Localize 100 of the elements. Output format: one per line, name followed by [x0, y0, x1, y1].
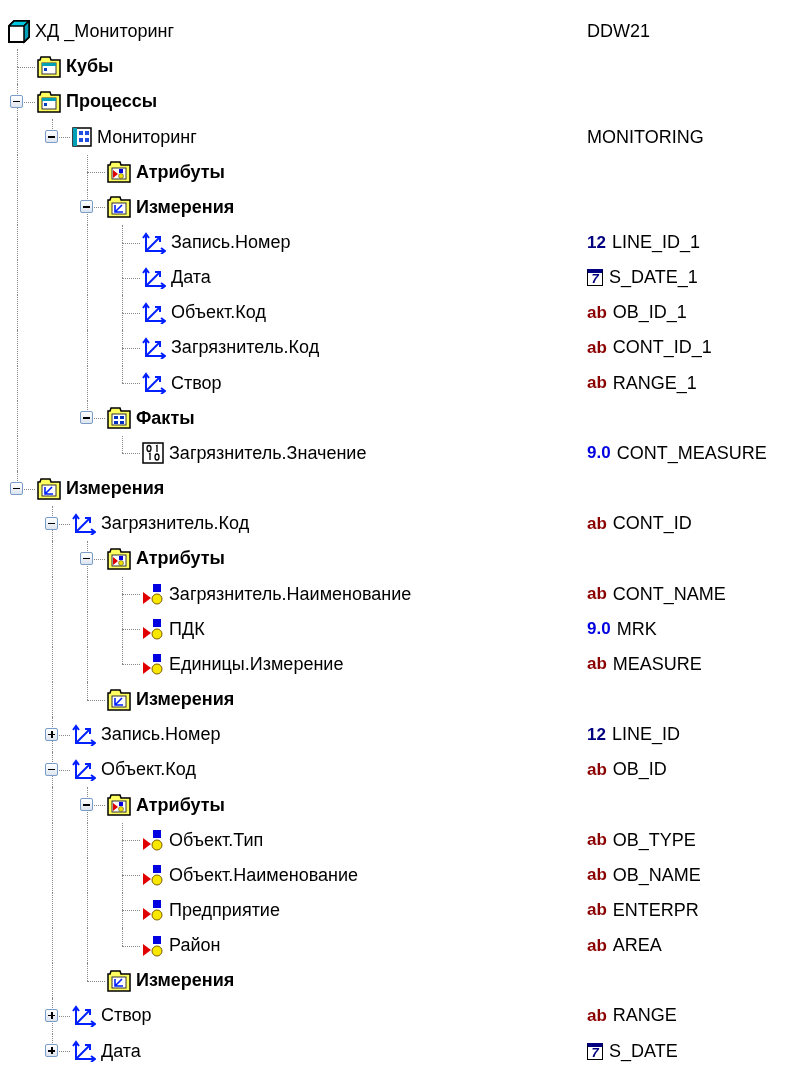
expander-button[interactable]: [80, 200, 93, 214]
type-marker: 12: [587, 232, 606, 253]
folder-icon: [107, 688, 131, 711]
type-marker: ab: [587, 1005, 607, 1026]
node-label[interactable]: ХД _Мониторинг: [35, 21, 175, 43]
node-label[interactable]: Дата: [101, 1040, 141, 1062]
field-name: MEASURE: [612, 653, 702, 675]
shapes-icon: [142, 934, 164, 957]
node-label[interactable]: Загрязнитель.Код: [101, 513, 250, 535]
node-label[interactable]: Объект.Код: [171, 302, 266, 324]
field-name: CONT_ID: [612, 513, 692, 535]
axes-icon: [72, 512, 96, 535]
node-label[interactable]: Запись.Номер: [101, 724, 221, 746]
field-name: AREA: [612, 935, 662, 957]
shapes-icon: [142, 899, 164, 922]
node-label[interactable]: Измерения: [66, 478, 165, 500]
expander-button[interactable]: [45, 130, 58, 144]
axes-icon: [72, 1040, 96, 1063]
type-marker: ab: [587, 759, 607, 780]
folder-icon: [37, 90, 61, 113]
node-label[interactable]: Объект.Тип: [169, 829, 264, 851]
shapes-icon: [142, 653, 164, 676]
field-name: CONT_ID_1: [612, 337, 712, 359]
folder-icon: [107, 969, 131, 992]
field-name: LINE_ID: [611, 724, 680, 746]
axes-icon: [72, 723, 96, 746]
field-name: OB_TYPE: [612, 829, 696, 851]
date-type-icon: 7: [587, 1042, 603, 1060]
node-label[interactable]: Измерения: [136, 970, 235, 992]
node-label[interactable]: Единицы.Измерение: [169, 653, 344, 675]
node-label[interactable]: Процессы: [66, 91, 158, 113]
field-name: OB_NAME: [612, 864, 701, 886]
axes-icon: [142, 372, 166, 395]
expander-button[interactable]: [45, 762, 58, 776]
type-marker: ab: [587, 830, 607, 851]
type-marker: ab: [587, 373, 607, 394]
field-name: OB_ID: [612, 759, 667, 781]
shapes-icon: [142, 864, 164, 887]
type-marker: ab: [587, 513, 607, 534]
node-label[interactable]: Мониторинг: [97, 126, 197, 148]
node-label[interactable]: Атрибуты: [136, 548, 225, 570]
node-label[interactable]: Район: [169, 935, 221, 957]
field-name: S_DATE_1: [609, 267, 698, 289]
expander-button[interactable]: [45, 1044, 58, 1058]
field-name: DDW21: [587, 21, 650, 43]
type-marker: ab: [587, 900, 607, 921]
field-name: CONT_MEASURE: [616, 442, 767, 464]
axes-icon: [142, 266, 166, 289]
node-label[interactable]: Загрязнитель.Код: [171, 337, 320, 359]
shapes-icon: [142, 618, 164, 641]
field-name: CONT_NAME: [612, 583, 726, 605]
type-marker: ab: [587, 302, 607, 323]
type-marker: ab: [587, 654, 607, 675]
node-label[interactable]: Створ: [101, 1005, 152, 1027]
field-name: RANGE: [612, 1005, 677, 1027]
node-label[interactable]: ПДК: [169, 618, 205, 640]
folder-icon: [107, 407, 131, 430]
expander-button[interactable]: [45, 516, 58, 530]
cube-icon: [8, 19, 30, 44]
shapes-icon: [142, 583, 164, 606]
field-name: LINE_ID_1: [611, 232, 700, 253]
field-name: RANGE_1: [612, 372, 697, 394]
node-label[interactable]: Кубы: [66, 56, 114, 78]
field-name: ENTERPR: [612, 900, 699, 921]
node-label[interactable]: Загрязнитель.Наименование: [169, 583, 412, 605]
folder-icon: [37, 55, 61, 78]
axes-icon: [142, 231, 166, 254]
type-marker: 9.0: [587, 619, 611, 640]
node-label[interactable]: Факты: [136, 407, 195, 429]
node-label[interactable]: Дата: [171, 267, 211, 289]
field-name: S_DATE: [609, 1040, 678, 1062]
node-label[interactable]: Атрибуты: [136, 794, 225, 816]
expander-button[interactable]: [45, 1008, 58, 1022]
type-marker: 12: [587, 724, 606, 745]
type-marker: 9.0: [587, 443, 611, 464]
node-label[interactable]: Загрязнитель.Значение: [169, 442, 367, 464]
node-label[interactable]: Измерения: [136, 689, 235, 711]
type-marker: ab: [587, 865, 607, 886]
field-name: MONITORING: [587, 126, 704, 148]
expander-button[interactable]: [80, 551, 93, 565]
type-marker: ab: [587, 584, 607, 605]
node-label[interactable]: Предприятие: [169, 900, 280, 921]
folder-icon: [107, 547, 131, 570]
type-marker: ab: [587, 338, 607, 358]
shapes-icon: [142, 829, 164, 852]
node-label[interactable]: Запись.Номер: [171, 232, 291, 253]
expander-button[interactable]: [80, 411, 93, 425]
axes-icon: [142, 337, 166, 359]
node-label[interactable]: Объект.Наименование: [169, 864, 359, 886]
node-label[interactable]: Атрибуты: [136, 161, 225, 183]
expander-button[interactable]: [80, 798, 93, 811]
folder-icon: [107, 161, 131, 184]
node-label[interactable]: Створ: [171, 372, 222, 394]
binary-icon: [142, 442, 164, 465]
expander-button[interactable]: [10, 481, 23, 495]
expander-button[interactable]: [10, 94, 23, 108]
folder-icon: [107, 196, 131, 219]
node-label[interactable]: Объект.Код: [101, 759, 196, 781]
node-label[interactable]: Измерения: [136, 196, 235, 218]
expander-button[interactable]: [45, 727, 58, 741]
